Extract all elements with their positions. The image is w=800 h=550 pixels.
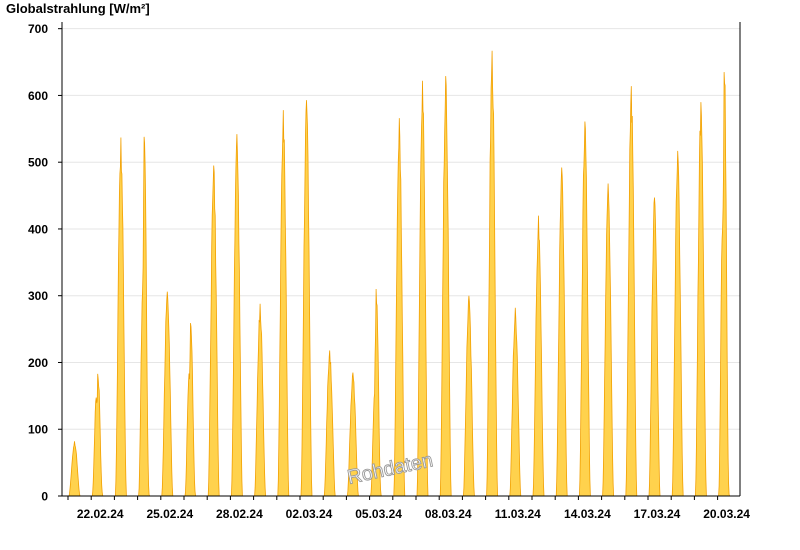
x-tick-label: 02.03.24	[286, 507, 333, 521]
day-peak	[509, 307, 522, 497]
y-tick-label: 100	[28, 423, 48, 437]
x-tick-label: 11.03.24	[495, 507, 541, 521]
day-peak	[138, 136, 151, 497]
day-peak	[230, 134, 243, 497]
day-peak	[439, 76, 452, 497]
day-peak	[648, 197, 661, 497]
day-peak	[694, 102, 707, 497]
day-peak	[671, 150, 684, 497]
y-tick-label: 400	[28, 222, 48, 236]
y-tick-label: 0	[41, 490, 48, 504]
x-tick-label: 28.02.24	[216, 507, 263, 521]
x-tick-label: 20.03.24	[703, 507, 750, 521]
day-peak	[300, 100, 313, 497]
y-tick-label: 300	[28, 289, 48, 303]
day-peak	[207, 165, 220, 497]
day-peak	[161, 291, 174, 497]
day-peak	[323, 350, 336, 497]
day-peak	[68, 441, 81, 497]
x-tick-label: 08.03.24	[425, 507, 472, 521]
day-peak	[184, 323, 197, 497]
day-peak	[625, 86, 638, 497]
x-tick-label: 14.03.24	[564, 507, 611, 521]
x-tick-label: 22.02.24	[77, 507, 124, 521]
day-peak	[555, 167, 568, 497]
day-peak	[718, 72, 731, 497]
day-peak	[277, 110, 290, 497]
chart-area: 0 100 200 300 400 500 600 700 22.02.24 25.02.24 28…	[28, 22, 750, 521]
x-tick-label: 25.02.24	[146, 507, 193, 521]
x-tick-label: 05.03.24	[355, 507, 402, 521]
day-peak	[254, 303, 267, 497]
x-tick-label: 17.03.24	[634, 507, 681, 521]
day-peak	[462, 295, 475, 497]
day-peak	[602, 183, 615, 497]
y-tick-label: 700	[28, 22, 48, 36]
day-peak	[486, 50, 499, 497]
day-peak	[91, 373, 105, 497]
y-tick-label: 500	[28, 156, 48, 170]
y-tick-label: 600	[28, 89, 48, 103]
axes: 0 100 200 300 400 500 600 700 22.02.24 25.02.24 28…	[28, 22, 750, 521]
day-peak	[578, 121, 591, 497]
day-peak	[114, 137, 127, 497]
day-peak	[532, 215, 545, 497]
day-peak	[416, 80, 429, 497]
day-peak	[393, 118, 406, 497]
radiation-series	[68, 50, 731, 497]
y-tick-label: 200	[28, 356, 48, 370]
